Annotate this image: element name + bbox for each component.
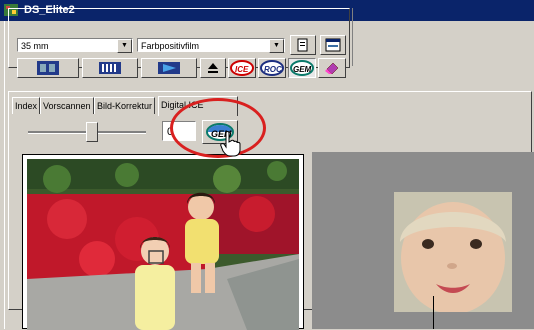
gem-level-slider-thumb[interactable] [86, 122, 98, 142]
preview-frame [22, 154, 304, 330]
film-strip-button[interactable] [82, 58, 138, 78]
svg-text:GEM: GEM [293, 65, 312, 74]
highlight-circle [170, 98, 266, 158]
chevron-down-icon[interactable]: ▼ [269, 39, 284, 53]
hand-cursor-icon [220, 131, 241, 157]
gem-icon: GEM [290, 60, 314, 76]
prescan-icon [158, 62, 180, 74]
gem-toggle-button[interactable]: GEM [288, 58, 316, 78]
window-icon [325, 38, 341, 52]
eject-button[interactable] [200, 58, 226, 78]
document-icon [297, 38, 308, 52]
preview-image[interactable] [27, 159, 299, 330]
film-strip-icon [99, 62, 121, 74]
settings-button[interactable] [290, 35, 316, 55]
ice-button[interactable]: ICE [228, 58, 256, 78]
thumbnails-icon [37, 61, 59, 75]
eraser-button[interactable] [318, 58, 346, 78]
svg-text:ROC: ROC [264, 65, 282, 74]
svg-text:ICE: ICE [235, 65, 249, 74]
eject-icon [208, 63, 218, 73]
tab-prescan[interactable]: Vorscannen [40, 97, 94, 114]
callout-line [433, 296, 434, 329]
preferences-button[interactable] [320, 35, 346, 55]
index-scan-button[interactable] [17, 58, 79, 78]
film-type-value: Farbpositivfilm [141, 41, 200, 51]
zoomed-face-image [394, 192, 512, 312]
ice-icon: ICE [230, 60, 254, 76]
film-size-select[interactable]: 35 mm ▼ [17, 38, 133, 53]
prescan-button[interactable] [141, 58, 197, 78]
film-type-select[interactable]: Farbpositivfilm ▼ [137, 38, 285, 53]
tab-image-correction[interactable]: Bild-Korrektur [94, 97, 156, 114]
toolbar-separator [352, 8, 529, 66]
roc-button[interactable]: ROC [258, 58, 286, 78]
tab-index[interactable]: Index [12, 97, 41, 114]
chevron-down-icon[interactable]: ▼ [117, 39, 132, 53]
roc-icon: ROC [260, 60, 284, 76]
film-size-value: 35 mm [21, 41, 49, 51]
eraser-icon [325, 62, 339, 75]
